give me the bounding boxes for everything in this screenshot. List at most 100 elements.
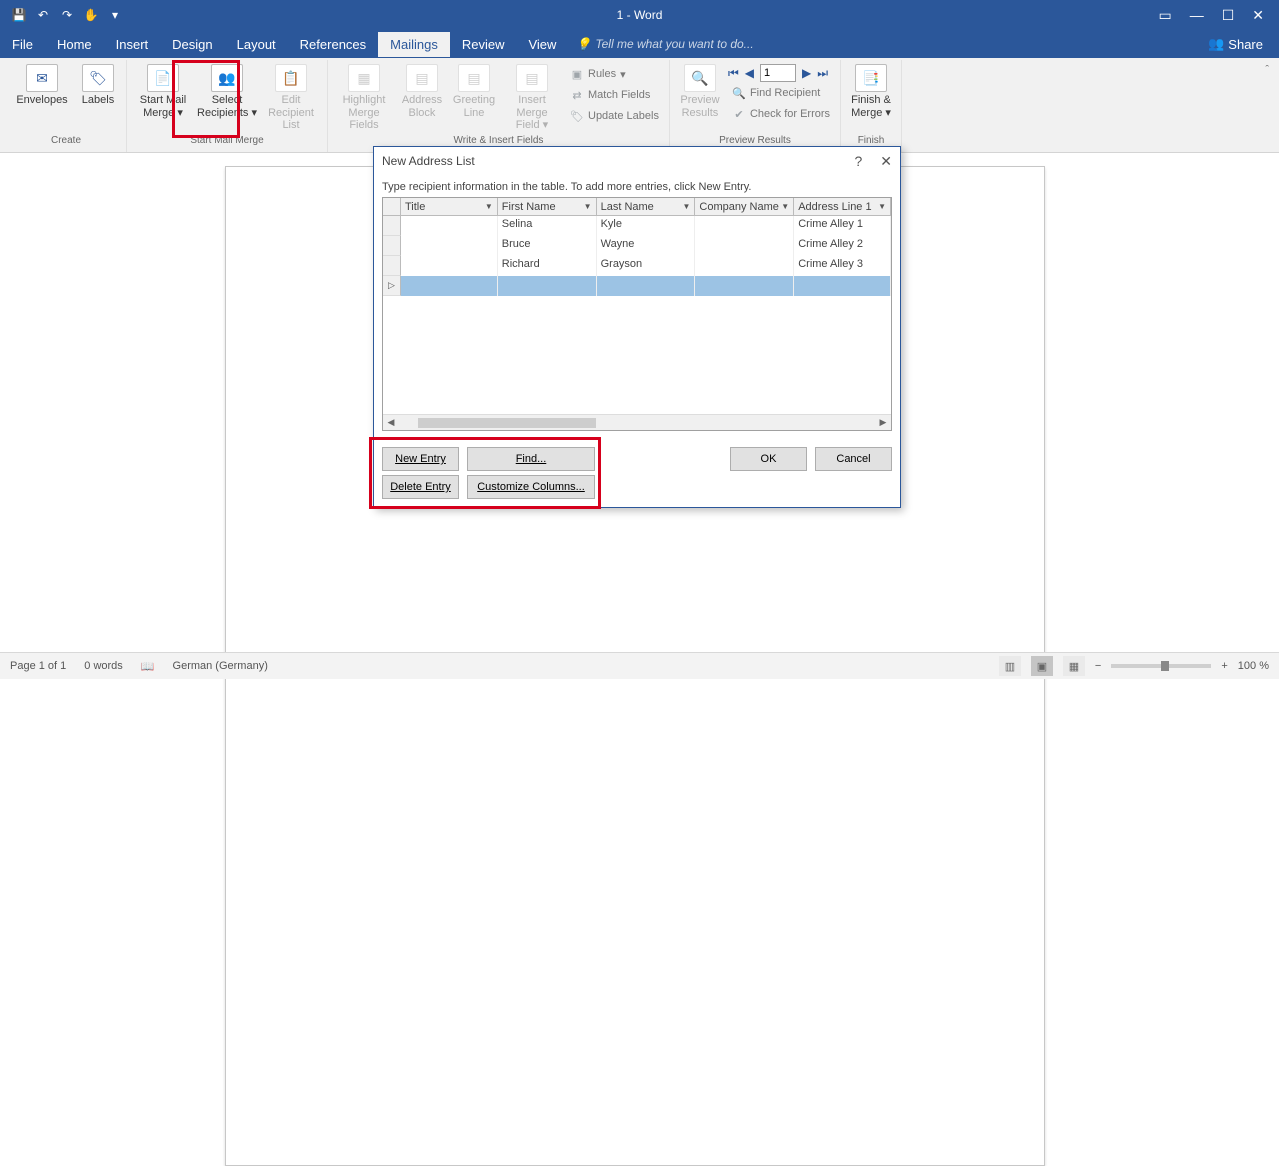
preview-results-button[interactable]: 🔍 PreviewResults: [676, 60, 724, 119]
ok-button[interactable]: OK: [730, 447, 807, 471]
dialog-close-icon[interactable]: ✕: [880, 153, 892, 170]
col-title[interactable]: Title▼: [401, 198, 498, 215]
insert-merge-field-button[interactable]: ▤ Insert MergeField ▾: [502, 60, 562, 132]
ribbon-collapse-icon[interactable]: ˆ: [1265, 64, 1269, 76]
cell-company[interactable]: [695, 276, 794, 296]
cell-title[interactable]: [401, 236, 498, 256]
tell-me-search[interactable]: 💡 Tell me what you want to do...: [576, 37, 753, 51]
row-selector[interactable]: [383, 236, 401, 256]
zoom-out-icon[interactable]: −: [1095, 660, 1101, 672]
select-all-handle[interactable]: [383, 198, 401, 216]
zoom-slider[interactable]: [1111, 664, 1211, 668]
table-row[interactable]: Selina Kyle Crime Alley 1: [383, 216, 891, 236]
print-layout-icon[interactable]: ▣: [1031, 656, 1053, 676]
highlight-merge-fields-button[interactable]: ▦ HighlightMerge Fields: [334, 60, 394, 132]
word-count[interactable]: 0 words: [84, 660, 123, 672]
table-row-new[interactable]: ▷: [383, 276, 891, 296]
close-icon[interactable]: ✕: [1252, 7, 1264, 24]
first-record-icon[interactable]: ⏮: [728, 66, 739, 81]
cell-last[interactable]: [597, 276, 696, 296]
cell-last[interactable]: Kyle: [597, 216, 696, 236]
delete-entry-button[interactable]: Delete Entry: [382, 475, 459, 499]
row-selector[interactable]: [383, 216, 401, 236]
col-address1[interactable]: Address Line 1▼: [794, 198, 891, 215]
page-indicator[interactable]: Page 1 of 1: [10, 660, 66, 672]
next-record-icon[interactable]: ▶: [802, 66, 811, 80]
cell-company[interactable]: [695, 216, 794, 236]
chevron-down-icon[interactable]: ▼: [682, 202, 690, 211]
read-mode-icon[interactable]: ▥: [999, 656, 1021, 676]
chevron-down-icon[interactable]: ▼: [878, 202, 886, 211]
qat-dropdown-icon[interactable]: ▾: [106, 6, 124, 24]
row-selector[interactable]: [383, 256, 401, 276]
table-row[interactable]: Bruce Wayne Crime Alley 2: [383, 236, 891, 256]
record-number-input[interactable]: [760, 64, 796, 82]
zoom-in-icon[interactable]: +: [1221, 660, 1227, 672]
cell-addr[interactable]: Crime Alley 3: [794, 256, 891, 276]
maximize-icon[interactable]: ☐: [1222, 7, 1235, 24]
proofing-icon[interactable]: 📖: [141, 660, 155, 673]
cell-addr[interactable]: Crime Alley 2: [794, 236, 891, 256]
scroll-left-icon[interactable]: ◀: [383, 415, 399, 431]
tab-insert[interactable]: Insert: [104, 32, 161, 57]
cell-first[interactable]: Selina: [498, 216, 597, 236]
row-selector-current[interactable]: ▷: [383, 276, 401, 296]
language-indicator[interactable]: German (Germany): [173, 660, 268, 672]
finish-merge-button[interactable]: 📑 Finish &Merge ▾: [847, 60, 895, 119]
edit-recipient-list-button[interactable]: 📋 EditRecipient List: [261, 60, 321, 132]
check-errors-button[interactable]: ✔Check for Errors: [728, 104, 834, 124]
cell-addr[interactable]: [794, 276, 891, 296]
find-button[interactable]: Find...: [467, 447, 595, 471]
cell-first[interactable]: [498, 276, 597, 296]
cell-company[interactable]: [695, 236, 794, 256]
cell-title[interactable]: [401, 216, 498, 236]
tab-home[interactable]: Home: [45, 32, 104, 57]
table-row[interactable]: Richard Grayson Crime Alley 3: [383, 256, 891, 276]
col-company[interactable]: Company Name▼: [695, 198, 794, 215]
save-icon[interactable]: 💾: [10, 6, 28, 24]
cell-title[interactable]: [401, 276, 498, 296]
tab-design[interactable]: Design: [160, 32, 224, 57]
tab-file[interactable]: File: [0, 32, 45, 57]
scroll-thumb[interactable]: [418, 418, 596, 428]
web-layout-icon[interactable]: ▦: [1063, 656, 1085, 676]
dialog-help-icon[interactable]: ?: [854, 153, 862, 170]
chevron-down-icon[interactable]: ▼: [584, 202, 592, 211]
undo-icon[interactable]: ↶: [34, 6, 52, 24]
cell-first[interactable]: Richard: [498, 256, 597, 276]
col-first-name[interactable]: First Name▼: [498, 198, 597, 215]
redo-icon[interactable]: ↷: [58, 6, 76, 24]
match-fields-button[interactable]: ⇄Match Fields: [566, 85, 663, 105]
col-last-name[interactable]: Last Name▼: [597, 198, 696, 215]
zoom-level[interactable]: 100 %: [1238, 660, 1269, 672]
find-recipient-button[interactable]: 🔍Find Recipient: [728, 83, 834, 103]
tab-layout[interactable]: Layout: [225, 32, 288, 57]
new-entry-button[interactable]: New Entry: [382, 447, 459, 471]
scroll-right-icon[interactable]: ▶: [875, 415, 891, 431]
cell-first[interactable]: Bruce: [498, 236, 597, 256]
grid-horizontal-scrollbar[interactable]: ◀ ▶: [383, 414, 891, 430]
cell-last[interactable]: Wayne: [597, 236, 696, 256]
cell-title[interactable]: [401, 256, 498, 276]
select-recipients-button[interactable]: 👥 SelectRecipients ▾: [197, 60, 257, 119]
rules-button[interactable]: ▣Rules ▾: [566, 64, 663, 84]
labels-button[interactable]: 🏷 Labels: [76, 60, 120, 107]
greeting-line-button[interactable]: ▤ GreetingLine: [450, 60, 498, 119]
tab-mailings[interactable]: Mailings: [378, 32, 450, 57]
zoom-knob[interactable]: [1161, 661, 1169, 671]
tab-references[interactable]: References: [288, 32, 378, 57]
last-record-icon[interactable]: ⏭: [817, 66, 828, 81]
ribbon-display-icon[interactable]: ▭: [1158, 7, 1171, 24]
share-button[interactable]: 👥 Share: [1192, 36, 1279, 52]
prev-record-icon[interactable]: ◀: [745, 66, 754, 80]
tab-view[interactable]: View: [516, 32, 568, 57]
start-mail-merge-button[interactable]: 📄 Start MailMerge ▾: [133, 60, 193, 119]
chevron-down-icon[interactable]: ▼: [485, 202, 493, 211]
recipient-grid[interactable]: Title▼ First Name▼ Last Name▼ Company Na…: [382, 197, 892, 431]
touch-mode-icon[interactable]: ✋: [82, 6, 100, 24]
cell-company[interactable]: [695, 256, 794, 276]
chevron-down-icon[interactable]: ▼: [781, 202, 789, 211]
address-block-button[interactable]: ▤ AddressBlock: [398, 60, 446, 119]
minimize-icon[interactable]: —: [1190, 7, 1204, 24]
update-labels-button[interactable]: 🏷Update Labels: [566, 106, 663, 126]
